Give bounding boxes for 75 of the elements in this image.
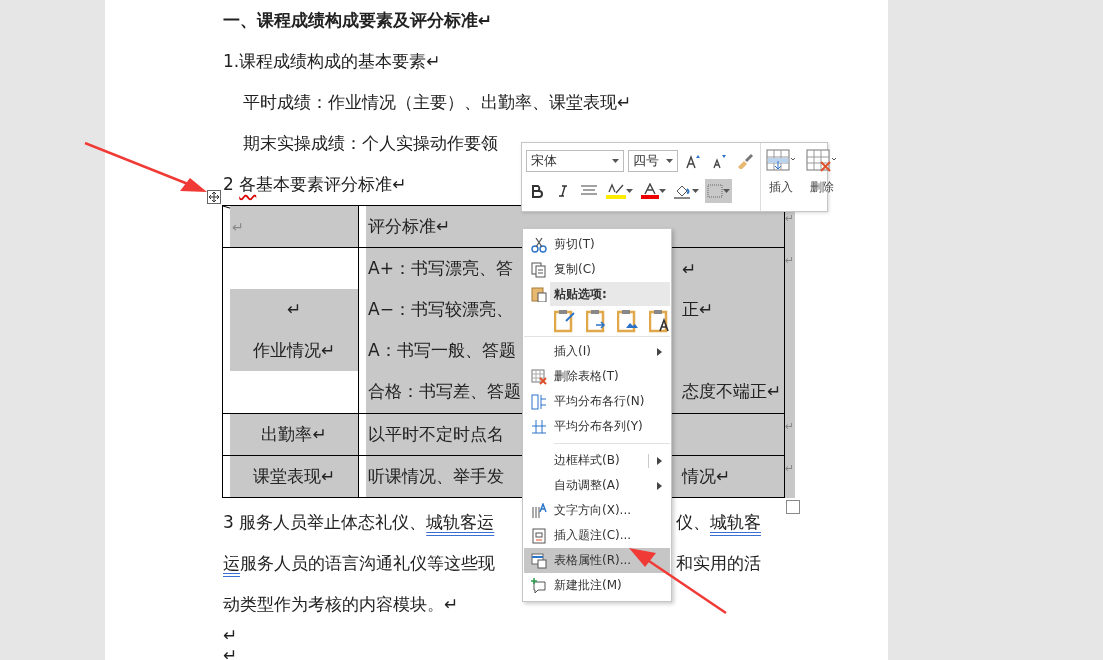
menu-item[interactable]: 删除表格(T)	[524, 364, 670, 389]
cell-text: 态度不端正↵	[682, 380, 782, 403]
table-cell: ↵	[230, 206, 358, 247]
row-end-mark: ↵	[785, 253, 795, 267]
row-end-mark: ↵	[785, 211, 795, 225]
menu-item[interactable]: 文字方向(X)...	[524, 498, 670, 523]
menu-item[interactable]: 自动调整(A)	[524, 473, 670, 498]
comment-icon	[531, 577, 547, 594]
submenu-arrow-icon	[657, 481, 662, 490]
table-cell: 课堂表现↵	[230, 456, 358, 497]
menu-item[interactable]: 插入题注(C)...	[524, 523, 670, 548]
paste-merge-icon[interactable]	[585, 309, 607, 333]
copy-icon	[531, 261, 547, 278]
font-color-icon	[641, 183, 659, 199]
paragraph: 动类型作为考核的内容模块。↵	[223, 593, 459, 616]
paste-text-icon[interactable]	[648, 309, 670, 333]
table-insert-icon	[766, 149, 796, 173]
cell-text: A+：书写漂亮、答	[367, 257, 513, 280]
cell-text: 合格：书写差、答题	[367, 380, 521, 403]
fill-bucket-icon	[674, 183, 692, 199]
distribute-columns-icon	[531, 418, 547, 435]
distribute-rows-icon	[531, 393, 547, 410]
font-dropdown[interactable]: 宋体	[526, 150, 624, 172]
borders-icon	[707, 184, 723, 198]
caret-icon	[692, 189, 699, 193]
menu-item[interactable]: 表格属性(R)...	[524, 548, 670, 573]
cell-text: ↵	[682, 258, 697, 279]
text-direction-icon	[531, 502, 547, 519]
paragraph-mark: ↵	[223, 625, 238, 645]
paragraph: 3 服务人员举止体态礼仪、城轨客运	[223, 511, 495, 534]
row-end-mark: ↵	[785, 461, 795, 475]
cell-text: 情况↵	[682, 465, 731, 488]
submenu-arrow-icon	[657, 347, 662, 356]
menu-item[interactable]: 平均分布各行(N)	[524, 389, 670, 414]
size-dropdown[interactable]: 四号	[628, 150, 678, 172]
paragraph: 平时成绩：作业情况（主要）、出勤率、课堂表现↵	[243, 91, 632, 114]
heading: 一、课程成绩构成要素及评分标准↵	[223, 9, 493, 32]
highlight-icon	[606, 183, 626, 199]
caret-icon	[659, 189, 666, 193]
cell-text: 听课情况、举手发	[367, 465, 504, 488]
paste-format-icon[interactable]	[554, 309, 576, 333]
delete-button[interactable]: 删除	[801, 143, 843, 211]
paragraph-mark: ↵	[223, 645, 238, 660]
move-handle-icon[interactable]	[207, 190, 221, 204]
cell-text: 正↵	[682, 298, 714, 321]
paragraph: 仪、城轨客	[676, 511, 761, 534]
cell-text: A：书写一般、答题	[367, 339, 516, 362]
table-properties-icon	[531, 552, 547, 569]
clipboard-icon	[531, 286, 547, 302]
scissors-icon	[531, 236, 547, 253]
submenu-arrow-icon	[657, 456, 662, 465]
paragraph: 2 各基本要素评分标准↵	[223, 173, 407, 196]
cell-text: A−：书写较漂亮、	[367, 298, 513, 321]
table-delete-icon	[531, 368, 547, 385]
caret-icon	[612, 159, 619, 163]
menu-item[interactable]: 插入(I)	[524, 339, 670, 364]
paragraph: 1.课程成绩构成的基本要素↵	[223, 50, 441, 73]
paste-picture-icon[interactable]	[617, 309, 639, 333]
menu-item[interactable]: 复制(C)	[524, 257, 670, 282]
caret-icon	[723, 189, 730, 193]
caret-icon	[666, 159, 673, 163]
caret-icon	[626, 189, 633, 193]
menu-item[interactable]: 边框样式(B)	[524, 448, 670, 473]
row-end-mark: ↵	[785, 419, 795, 433]
cell-text: 以平时不定时点名	[367, 423, 504, 446]
table-cell: ↵ 作业情况↵	[230, 289, 358, 371]
menu-section-title: 粘贴选项:	[550, 282, 670, 306]
menu-item[interactable]: 新建批注(M)	[524, 573, 670, 598]
resize-handle[interactable]	[786, 500, 800, 514]
caption-icon	[531, 527, 547, 544]
table-cell: 出勤率↵	[230, 414, 358, 455]
paragraph: 期末实操成绩：个人实操动作要领	[243, 132, 498, 155]
menu-item[interactable]: 平均分布各列(Y)	[524, 414, 670, 439]
paragraph: 运服务人员的语言沟通礼仪等这些现	[223, 552, 495, 575]
paragraph: 和实用的活	[676, 552, 761, 575]
